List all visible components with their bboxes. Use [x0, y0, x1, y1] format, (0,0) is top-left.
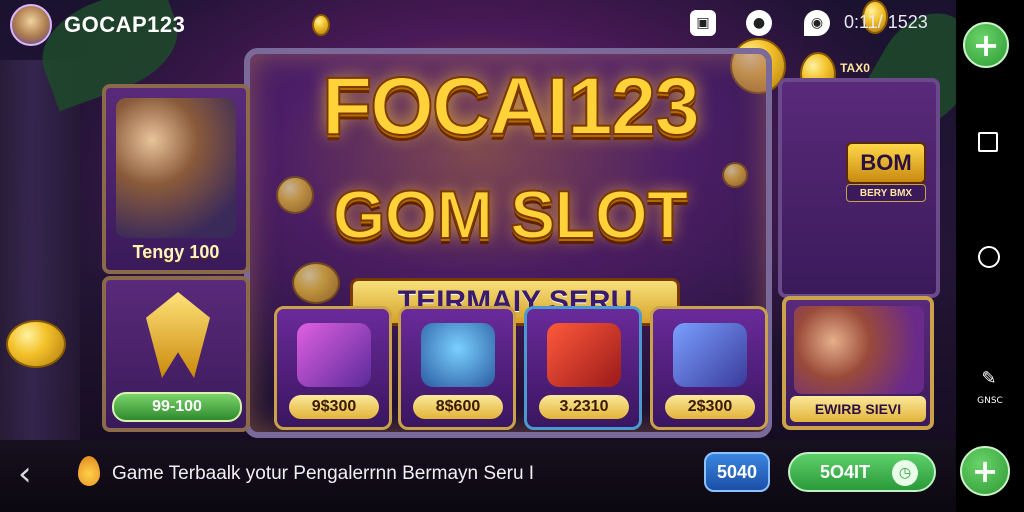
- card-art-icon: [673, 323, 747, 387]
- bot-icon[interactable]: ▣: [690, 10, 716, 36]
- curtain-decoration: [0, 60, 80, 440]
- status-time: 0:11/ 1523: [844, 12, 928, 32]
- balance-button[interactable]: 5040: [704, 452, 770, 492]
- home-circle-icon[interactable]: [978, 246, 1000, 268]
- game-card[interactable]: 9$300: [274, 306, 392, 430]
- bonus-value: 99-100: [152, 398, 202, 415]
- card-value: 2$300: [665, 395, 755, 419]
- left-character-panel[interactable]: Tengy 100: [102, 84, 250, 274]
- card-value: 8$600: [413, 395, 503, 419]
- card-value: 3.2310: [539, 395, 629, 419]
- hero-subtitle: GOM SLOT: [332, 176, 690, 254]
- brand-name: GOCAP123: [64, 12, 186, 37]
- hero-title: FOCAI123: [321, 60, 701, 153]
- coin-decoration: [6, 320, 66, 368]
- card-art-icon: [547, 323, 621, 387]
- chat-icon[interactable]: ●: [746, 10, 772, 36]
- edit-label: GNSC: [977, 396, 1003, 406]
- golden-emblem-icon: [146, 292, 210, 378]
- avatar[interactable]: [10, 4, 52, 46]
- bonus-value-plate: 99-100: [112, 392, 242, 422]
- top-right-badge: TAX0: [840, 61, 870, 75]
- card-art-icon: [421, 323, 495, 387]
- card-art-icon: [297, 323, 371, 387]
- edit-icon[interactable]: ✎: [974, 368, 1004, 389]
- clock-icon: ◷: [892, 460, 918, 486]
- game-card[interactable]: 3.2310: [524, 306, 642, 430]
- news-ticker: Game Terbaalk yotur Pengalerrnn Bermayn …: [112, 463, 535, 484]
- back-chevron-icon[interactable]: ‹: [18, 456, 44, 492]
- character-portrait: [116, 98, 236, 238]
- character-portrait: [794, 306, 924, 394]
- right-character-panel[interactable]: EWIRB SIEVI: [782, 296, 934, 430]
- add-button-bottom[interactable]: +: [960, 446, 1010, 496]
- character-label: Tengy 100: [132, 241, 220, 262]
- game-card[interactable]: 8$600: [398, 306, 516, 430]
- right-character-label: EWIRB SIEVI: [790, 396, 926, 422]
- right-box-title: BOM: [846, 142, 926, 184]
- recents-square-icon[interactable]: [978, 132, 998, 152]
- add-button-top[interactable]: +: [963, 22, 1009, 68]
- flame-icon: [78, 456, 100, 486]
- location-icon[interactable]: ◉: [804, 10, 830, 36]
- right-feature-panel[interactable]: BOM BERY BMX: [778, 78, 940, 298]
- left-bonus-panel[interactable]: 99-100: [102, 276, 250, 432]
- right-box-subtitle: BERY BMX: [846, 184, 926, 202]
- card-value: 9$300: [289, 395, 379, 419]
- game-card[interactable]: 2$300: [650, 306, 768, 430]
